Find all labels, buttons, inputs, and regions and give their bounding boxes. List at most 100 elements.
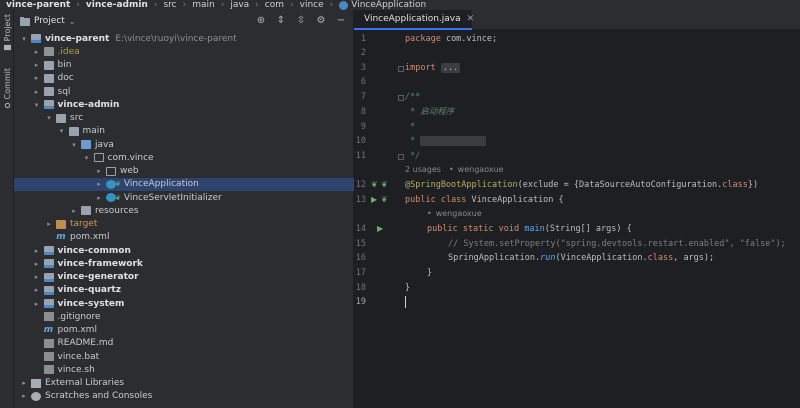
chevron-right-icon[interactable]: ▸: [33, 74, 41, 82]
tree-row[interactable]: ▾ vince-admin: [14, 98, 354, 111]
tree-row[interactable]: ▸ vince-common: [14, 244, 354, 257]
module-folder-icon: [43, 272, 54, 282]
tree-row[interactable]: ▸ vince-framework: [14, 257, 354, 270]
tree-row[interactable]: ▸ vince-system: [14, 297, 354, 310]
chevron-right-icon[interactable]: ▸: [95, 194, 103, 202]
text-file-icon: [43, 365, 54, 375]
collapse-all-icon[interactable]: ⇳: [295, 14, 307, 26]
run-icon[interactable]: ▶: [371, 193, 377, 207]
chevron-down-icon[interactable]: ▾: [58, 127, 66, 135]
chevron-down-icon[interactable]: ▾: [33, 101, 41, 109]
tree-row-label: com.vince: [107, 152, 154, 163]
folder-icon: [43, 47, 54, 57]
tree-row[interactable]: ▾ com.vince: [14, 151, 354, 164]
chevron-right-icon[interactable]: ▸: [33, 300, 41, 308]
spring-bean-icon[interactable]: ❦: [381, 193, 388, 207]
tree-row[interactable]: ▸ resources: [14, 204, 354, 217]
tree-row-path: E:\vince\ruoyi\vince-parent: [115, 33, 237, 44]
tree-row[interactable]: ▸ External Libraries: [14, 377, 354, 390]
tree-row-label: bin: [57, 60, 72, 70]
line-number: 13: [355, 195, 366, 205]
tree-row[interactable]: vince.bat: [14, 350, 354, 363]
chevron-right-icon[interactable]: ▸: [33, 286, 41, 294]
breadcrumb-item[interactable]: VinceApplication: [339, 0, 426, 10]
tree-row[interactable]: ▸ sql: [14, 85, 354, 98]
chevron-right-icon[interactable]: ▸: [20, 392, 28, 400]
code-line: public class VinceApplication {: [405, 195, 564, 205]
tree-row[interactable]: ▸ target: [14, 218, 354, 231]
tree-row[interactable]: ▸ ❦ VinceServletInitializer: [14, 191, 354, 204]
tree-row[interactable]: ▸ vince-quartz: [14, 284, 354, 297]
breadcrumb-item[interactable]: src: [163, 0, 176, 10]
tree-row[interactable]: README.md: [14, 337, 354, 350]
code-line: // System.setProperty("spring.devtools.r…: [448, 239, 786, 249]
chevron-right-icon[interactable]: ▸: [33, 247, 41, 255]
chevron-down-icon[interactable]: ▾: [20, 35, 28, 43]
project-view-title[interactable]: Project: [34, 16, 65, 26]
collapsed-imports[interactable]: ...: [440, 63, 461, 73]
tree-row[interactable]: ▸ web: [14, 165, 354, 178]
chevron-right-icon[interactable]: ▸: [33, 61, 41, 69]
chevron-down-icon[interactable]: ▾: [83, 154, 91, 162]
breadcrumb-item[interactable]: vince-admin: [86, 0, 148, 10]
code-area[interactable]: 1 2 3 6 7 8 9 10 11 12 13 14 15 16 17 18…: [354, 30, 800, 408]
locate-icon[interactable]: ⊕: [255, 14, 267, 26]
tree-row[interactable]: ▸ Scratches and Consoles: [14, 390, 354, 403]
breadcrumb-item[interactable]: com: [265, 0, 284, 10]
tree-row[interactable]: ▸ .idea: [14, 45, 354, 58]
breadcrumb: vince-parent › vince-admin › src › main › ja…: [0, 0, 800, 10]
tree-row[interactable]: ▸ doc: [14, 72, 354, 85]
tree-row[interactable]: ▾ src: [14, 112, 354, 125]
inlay-hint[interactable]: wengaoxue: [427, 207, 482, 221]
tree-row[interactable]: vince.sh: [14, 363, 354, 376]
tree-row-label: pom.xml: [57, 325, 97, 335]
tree-row[interactable]: m pom.xml: [14, 324, 354, 337]
breadcrumb-item[interactable]: main: [192, 0, 215, 10]
chevron-right-icon[interactable]: ▸: [20, 379, 28, 387]
tree-row[interactable]: ▸ vince-generator: [14, 271, 354, 284]
fold-icon[interactable]: [398, 66, 404, 72]
package-icon: [93, 153, 104, 163]
chevron-right-icon[interactable]: ▸: [33, 88, 41, 96]
tree-row[interactable]: .gitignore: [14, 310, 354, 323]
chevron-right-icon[interactable]: ▸: [95, 180, 103, 188]
tree-row-label: web: [120, 166, 139, 176]
module-folder-icon: [43, 285, 54, 295]
tab-vince-application[interactable]: VinceApplication.java ✕: [354, 10, 475, 30]
gear-icon[interactable]: ⚙: [315, 14, 327, 26]
inlay-hint[interactable]: 2 usageswengaoxue: [405, 163, 504, 177]
commit-tool-tab[interactable]: Commit: [1, 68, 13, 109]
spring-config-icon[interactable]: ❦: [381, 178, 388, 192]
tree-row[interactable]: ▾ java: [14, 138, 354, 151]
tree-row[interactable]: m pom.xml: [14, 231, 354, 244]
chevron-right-icon[interactable]: ▸: [33, 48, 41, 56]
tree-row[interactable]: ▾ main: [14, 125, 354, 138]
fold-icon[interactable]: [398, 154, 404, 160]
chevron-right-icon[interactable]: ▸: [45, 220, 53, 228]
breadcrumb-item[interactable]: vince-parent: [6, 0, 70, 10]
run-icon[interactable]: ▶: [377, 222, 383, 236]
breadcrumb-item[interactable]: vince: [300, 0, 324, 10]
tree-row[interactable]: ▾ vince-parent E:\vince\ruoyi\vince-parent: [14, 32, 354, 45]
spring-bean-icon[interactable]: ❦: [371, 178, 378, 192]
line-number: 12: [355, 180, 366, 190]
tree-row[interactable]: ▸ bin: [14, 59, 354, 72]
minimize-icon[interactable]: −: [335, 14, 347, 26]
line-number: 3: [360, 63, 366, 73]
close-icon[interactable]: ✕: [467, 14, 475, 24]
chevron-down-icon[interactable]: ▾: [70, 141, 78, 149]
fold-icon[interactable]: [398, 95, 404, 101]
chevron-right-icon[interactable]: ▸: [33, 260, 41, 268]
chevron-right-icon[interactable]: ▸: [33, 273, 41, 281]
tree-row[interactable]: ▸ ❦ VinceApplication: [14, 177, 354, 191]
expand-all-icon[interactable]: ⇕: [275, 14, 287, 26]
chevron-down-icon[interactable]: ▾: [45, 114, 53, 122]
tree-row-label: Scratches and Consoles: [45, 391, 153, 402]
chevron-right-icon[interactable]: ▸: [70, 207, 78, 215]
project-tool-tab[interactable]: Project: [1, 14, 13, 51]
spring-leaf-icon: ❦: [115, 180, 121, 189]
line-number: 11: [355, 151, 366, 161]
chevron-right-icon[interactable]: ▸: [95, 167, 103, 175]
chevron-down-icon[interactable]: ⌄: [69, 17, 76, 26]
breadcrumb-item[interactable]: java: [230, 0, 249, 10]
